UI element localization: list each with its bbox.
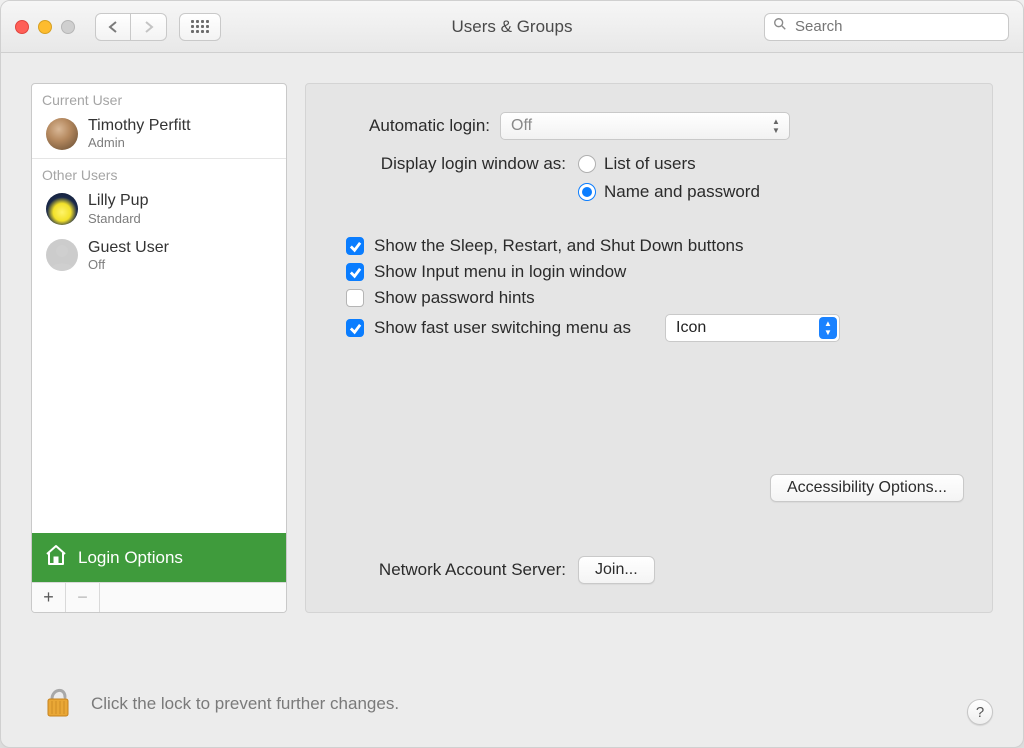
checkbox-fast-user-switching[interactable]: Show fast user switching menu as Icon ▲▼ xyxy=(346,314,968,342)
sidebar-current-user[interactable]: Timothy Perfitt Admin xyxy=(32,112,286,158)
search-input[interactable] xyxy=(793,17,1000,36)
user-role: Standard xyxy=(88,211,148,226)
checkbox-icon xyxy=(346,237,364,255)
join-button[interactable]: Join... xyxy=(578,556,655,584)
radio-label: List of users xyxy=(604,154,696,174)
remove-user-button: − xyxy=(66,583,100,612)
stepper-icon: ▲▼ xyxy=(767,116,785,136)
search-icon xyxy=(773,17,787,36)
help-button[interactable]: ? xyxy=(967,699,993,725)
zoom-window-button xyxy=(61,20,75,34)
checkbox-label: Show password hints xyxy=(374,288,535,308)
lock-icon[interactable] xyxy=(43,682,73,725)
preferences-window: Users & Groups Current User Timothy Perf… xyxy=(0,0,1024,748)
close-window-button[interactable] xyxy=(15,20,29,34)
lock-text: Click the lock to prevent further change… xyxy=(91,694,399,714)
window-controls xyxy=(15,20,75,34)
network-account-label: Network Account Server: xyxy=(340,560,578,580)
forward-button[interactable] xyxy=(131,13,167,41)
checkbox-icon xyxy=(346,289,364,307)
user-role: Off xyxy=(88,257,169,272)
login-options-label: Login Options xyxy=(78,548,183,568)
user-name: Lilly Pup xyxy=(88,192,148,210)
users-sidebar: Current User Timothy Perfitt Admin Other… xyxy=(31,83,287,613)
display-login-label: Display login window as: xyxy=(340,154,578,174)
radio-icon xyxy=(578,155,596,173)
avatar xyxy=(46,118,78,150)
avatar xyxy=(46,193,78,225)
nav-buttons xyxy=(95,13,167,41)
sidebar-user-item[interactable]: Guest User Off xyxy=(32,234,286,280)
sidebar-footer: + − xyxy=(32,582,286,612)
help-icon: ? xyxy=(976,704,984,721)
add-user-button[interactable]: + xyxy=(32,583,66,612)
accessibility-options-button[interactable]: Accessibility Options... xyxy=(770,474,964,502)
checkbox-label: Show fast user switching menu as xyxy=(374,318,631,338)
stepper-icon: ▲▼ xyxy=(819,317,837,339)
button-label: Accessibility Options... xyxy=(787,479,947,497)
settings-panel: Automatic login: Off ▲▼ Display login wi… xyxy=(305,83,993,613)
checkbox-icon xyxy=(346,263,364,281)
radio-label: Name and password xyxy=(604,182,760,202)
back-button[interactable] xyxy=(95,13,131,41)
radio-list-of-users[interactable]: List of users xyxy=(578,154,760,174)
fast-user-switching-select[interactable]: Icon ▲▼ xyxy=(665,314,840,342)
minimize-window-button[interactable] xyxy=(38,20,52,34)
login-options-item[interactable]: Login Options xyxy=(32,533,286,582)
select-value: Icon xyxy=(676,319,706,337)
checkbox-sleep-restart[interactable]: Show the Sleep, Restart, and Shut Down b… xyxy=(346,236,968,256)
user-name: Guest User xyxy=(88,239,169,257)
footer: Click the lock to prevent further change… xyxy=(1,672,1023,747)
checkbox-icon xyxy=(346,319,364,337)
select-value: Off xyxy=(511,117,532,135)
user-role: Admin xyxy=(88,135,191,150)
automatic-login-label: Automatic login: xyxy=(340,116,500,136)
automatic-login-select[interactable]: Off ▲▼ xyxy=(500,112,790,140)
checkbox-label: Show the Sleep, Restart, and Shut Down b… xyxy=(374,236,744,256)
button-label: Join... xyxy=(595,561,638,579)
sidebar-user-item[interactable]: Lilly Pup Standard xyxy=(32,187,286,233)
house-icon xyxy=(44,543,68,572)
other-users-header: Other Users xyxy=(32,159,286,187)
radio-icon xyxy=(578,183,596,201)
checkbox-password-hints[interactable]: Show password hints xyxy=(346,288,968,308)
content-area: Current User Timothy Perfitt Admin Other… xyxy=(1,53,1023,672)
titlebar: Users & Groups xyxy=(1,1,1023,53)
user-name: Timothy Perfitt xyxy=(88,117,191,135)
checkbox-input-menu[interactable]: Show Input menu in login window xyxy=(346,262,968,282)
checkbox-label: Show Input menu in login window xyxy=(374,262,626,282)
search-field[interactable] xyxy=(764,13,1009,41)
radio-name-and-password[interactable]: Name and password xyxy=(578,182,760,202)
show-all-button[interactable] xyxy=(179,13,221,41)
grid-icon xyxy=(191,20,209,33)
current-user-header: Current User xyxy=(32,84,286,112)
avatar xyxy=(46,239,78,271)
